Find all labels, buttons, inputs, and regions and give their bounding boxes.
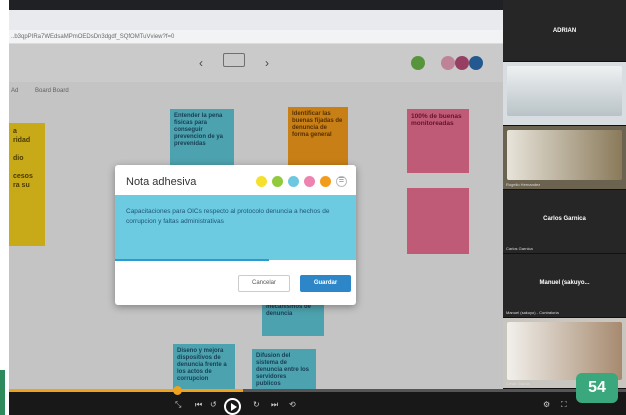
loop-icon[interactable]: ⟲ bbox=[289, 400, 296, 409]
color-swatch-blue[interactable] bbox=[288, 176, 299, 187]
participant-caption: Secretaria Ejecutiva del SEA bbox=[506, 118, 558, 123]
participant-name: Manuel (sakuyo... bbox=[539, 280, 590, 286]
edge-mark bbox=[0, 370, 5, 415]
save-button[interactable]: Guardar bbox=[300, 275, 351, 292]
left-edge bbox=[0, 0, 9, 415]
participant-caption: Manuel (sakuyo) - Contraloria bbox=[506, 310, 559, 315]
color-swatch-yellow[interactable] bbox=[256, 176, 267, 187]
browser-topbar bbox=[9, 0, 503, 10]
participant-tile[interactable]: Carlos Garnica Carlos Garnica bbox=[503, 190, 626, 254]
participant-caption: Cesar Garcia bbox=[506, 381, 530, 386]
participants-panel: ADRIAN Secretaria Ejecutiva del SEA Roge… bbox=[503, 0, 626, 389]
participant-name: Carlos Garnica bbox=[543, 216, 586, 222]
browser-tabstrip bbox=[9, 10, 503, 30]
forward-icon[interactable]: ↻ bbox=[253, 400, 260, 409]
rewind-icon[interactable]: ↺ bbox=[210, 400, 217, 409]
note-text: Capacitaciones para OICs respecto al pro… bbox=[126, 208, 330, 225]
sticky-note-dialog: Nota adhesiva ☰ Capacitaciones para OICs… bbox=[115, 165, 356, 305]
participant-tile[interactable]: ADRIAN bbox=[503, 0, 626, 62]
participant-tile[interactable]: Secretaria Ejecutiva del SEA bbox=[503, 62, 626, 126]
more-colors-icon[interactable]: ☰ bbox=[336, 176, 347, 187]
note-text-area[interactable]: Capacitaciones para OICs respecto al pro… bbox=[115, 195, 356, 260]
seek-progress bbox=[9, 389, 244, 392]
play-button[interactable] bbox=[224, 398, 241, 415]
participant-tile[interactable]: Rogelio Hernandez bbox=[503, 126, 626, 190]
cancel-button[interactable]: Cancelar bbox=[238, 275, 290, 292]
participant-video bbox=[507, 322, 622, 380]
skip-forward-icon[interactable]: ⏭ bbox=[271, 400, 278, 410]
skip-back-icon[interactable]: ⏮ bbox=[195, 400, 202, 410]
color-swatch-pink[interactable] bbox=[304, 176, 315, 187]
settings-icon[interactable]: ⚙ bbox=[543, 400, 550, 409]
color-swatch-orange[interactable] bbox=[320, 176, 331, 187]
participant-video bbox=[507, 130, 622, 180]
color-swatch-green[interactable] bbox=[272, 176, 283, 187]
url-text: ..b3qpPIRa7WEdsaMPmOEDsDn3dgdf_SQfOMTuVv… bbox=[11, 34, 175, 40]
participant-name: ADRIAN bbox=[552, 28, 577, 34]
participant-tile[interactable]: Manuel (sakuyo... Manuel (sakuyo) - Cont… bbox=[503, 254, 626, 318]
fullscreen-exit-icon[interactable]: ⤡ bbox=[175, 400, 181, 410]
participant-caption: Rogelio Hernandez bbox=[506, 182, 541, 187]
seek-bar[interactable] bbox=[9, 386, 626, 395]
video-frame: ..b3qpPIRa7WEdsaMPmOEDsDn3dgdf_SQfOMTuVv… bbox=[9, 0, 626, 415]
char-progress-bar bbox=[115, 259, 269, 261]
seek-knob[interactable] bbox=[173, 386, 182, 395]
video-controls: ⤡ ⏮ ↺ ↻ ⏭ ⟲ ⚙ ⛶ bbox=[9, 386, 626, 415]
fullscreen-icon[interactable]: ⛶ bbox=[561, 400, 567, 410]
dialog-title: Nota adhesiva bbox=[126, 176, 197, 188]
url-bar[interactable]: ..b3qpPIRa7WEdsaMPmOEDsDn3dgdf_SQfOMTuVv… bbox=[9, 30, 503, 44]
slide-number-badge: 54 bbox=[576, 373, 618, 403]
participant-video bbox=[507, 66, 622, 116]
participant-caption: Carlos Garnica bbox=[506, 246, 533, 251]
